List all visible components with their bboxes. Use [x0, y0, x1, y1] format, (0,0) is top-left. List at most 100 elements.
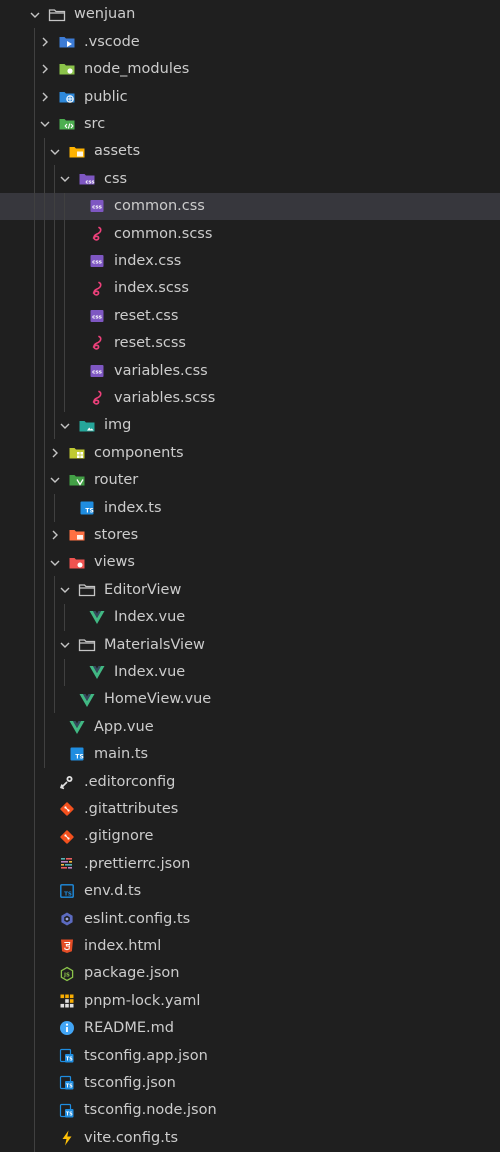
chevron-down-icon[interactable]	[48, 145, 62, 159]
sass-file-icon	[88, 389, 106, 407]
folder-row-editorview[interactable]: EditorView	[0, 576, 500, 603]
folder-row-stores[interactable]: stores	[0, 522, 500, 549]
item-label: HomeView.vue	[104, 691, 212, 708]
file-row-tsconfig-app-json[interactable]: TS tsconfig.app.json	[0, 1042, 500, 1069]
file-row-env-d-ts[interactable]: TS env.d.ts	[0, 878, 500, 905]
item-label: .prettierrc.json	[84, 855, 191, 872]
file-row-reset-css[interactable]: css reset.css	[0, 302, 500, 329]
item-label: common.css	[114, 198, 205, 215]
folder-row-public[interactable]: public	[0, 83, 500, 110]
svg-text:TS: TS	[85, 507, 93, 514]
item-label: .gitattributes	[84, 801, 179, 818]
file-row-tsconfig-json[interactable]: TS tsconfig.json	[0, 1070, 500, 1097]
file-explorer-tree: wenjuan .vscode node_modulespublic src asset…	[0, 0, 500, 1152]
folder-row-vscode[interactable]: .vscode	[0, 28, 500, 55]
folder-icon	[48, 6, 66, 24]
file-row-reset-scss[interactable]: reset.scss	[0, 330, 500, 357]
item-label: EditorView	[104, 581, 182, 598]
file-row-pnpm-lock-yaml[interactable]: pnpm-lock.yaml	[0, 987, 500, 1014]
file-row-index-vue[interactable]: Index.vue	[0, 604, 500, 631]
chevron-right-icon[interactable]	[48, 446, 62, 460]
item-label: README.md	[84, 1020, 174, 1037]
item-label: css	[104, 170, 128, 187]
folder-vscode-icon	[58, 33, 76, 51]
file-row-common-scss[interactable]: common.scss	[0, 220, 500, 247]
file-row-editorconfig[interactable]: .editorconfig	[0, 768, 500, 795]
chevron-down-icon[interactable]	[58, 638, 72, 652]
pnpm-icon	[58, 992, 76, 1010]
folder-row-assets[interactable]: assets	[0, 138, 500, 165]
sass-file-icon	[88, 225, 106, 243]
item-label: stores	[94, 527, 139, 544]
info-icon	[58, 1019, 76, 1037]
file-row-package-json[interactable]: JS package.json	[0, 960, 500, 987]
svg-text:JS: JS	[63, 972, 70, 978]
file-row-app-vue[interactable]: App.vue	[0, 713, 500, 740]
folder-router-icon	[68, 471, 86, 489]
folder-row-components[interactable]: components	[0, 439, 500, 466]
file-row-vite-config-ts[interactable]: vite.config.ts	[0, 1124, 500, 1151]
svg-text:css: css	[92, 205, 103, 211]
svg-text:css: css	[86, 180, 95, 186]
item-label: index.css	[114, 253, 182, 270]
item-label: public	[84, 88, 128, 105]
folder-views-icon	[68, 554, 86, 572]
chevron-down-icon[interactable]	[38, 117, 52, 131]
git-icon	[58, 828, 76, 846]
item-label: .gitignore	[84, 828, 154, 845]
chevron-right-icon[interactable]	[38, 35, 52, 49]
file-row-index-css[interactable]: css index.css	[0, 248, 500, 275]
folder-row-router[interactable]: router	[0, 467, 500, 494]
file-row-common-css[interactable]: css common.css	[0, 192, 500, 221]
svg-text:css: css	[92, 260, 103, 266]
folder-assets-icon	[68, 143, 86, 161]
file-row-index-vue[interactable]: Index.vue	[0, 659, 500, 686]
chevron-down-icon[interactable]	[58, 419, 72, 433]
file-row-variables-scss[interactable]: variables.scss	[0, 385, 500, 412]
folder-node-icon	[58, 60, 76, 78]
file-row-index-scss[interactable]: index.scss	[0, 275, 500, 302]
file-row-readme-md[interactable]: README.md	[0, 1015, 500, 1042]
tsconfig-icon: TS	[58, 1047, 76, 1065]
chevron-right-icon[interactable]	[48, 528, 62, 542]
file-row-main-ts[interactable]: TS main.ts	[0, 741, 500, 768]
indent-guide	[54, 576, 55, 714]
item-label: index.scss	[114, 280, 189, 297]
file-row-tsconfig-node-json[interactable]: TS tsconfig.node.json	[0, 1097, 500, 1124]
folder-row-materialsview[interactable]: MaterialsView	[0, 631, 500, 658]
vue-file-icon	[78, 691, 96, 709]
file-row-index-html[interactable]: index.html	[0, 933, 500, 960]
chevron-down-icon[interactable]	[28, 8, 42, 22]
item-label: components	[94, 444, 184, 461]
file-row-homeview-vue[interactable]: HomeView.vue	[0, 686, 500, 713]
folder-row-node-modules[interactable]: node_modules	[0, 56, 500, 83]
folder-icon	[78, 581, 96, 599]
file-row-index-ts[interactable]: TS index.ts	[0, 494, 500, 521]
chevron-down-icon[interactable]	[58, 172, 72, 186]
folder-row-css[interactable]: css css	[0, 165, 500, 192]
svg-text:TS: TS	[66, 1084, 73, 1090]
file-row-prettierrc-json[interactable]: .prettierrc.json	[0, 850, 500, 877]
folder-row-img[interactable]: img	[0, 412, 500, 439]
chevron-right-icon[interactable]	[38, 62, 52, 76]
item-label: App.vue	[94, 718, 154, 735]
folder-src-icon	[58, 115, 76, 133]
item-label: variables.scss	[114, 390, 216, 407]
item-label: .vscode	[84, 33, 140, 50]
folder-row-wenjuan[interactable]: wenjuan	[0, 1, 500, 28]
svg-text:TS: TS	[75, 754, 83, 761]
chevron-down-icon[interactable]	[48, 473, 62, 487]
file-row-eslint-config-ts[interactable]: eslint.config.ts	[0, 905, 500, 932]
file-row-variables-css[interactable]: css variables.css	[0, 357, 500, 384]
chevron-right-icon[interactable]	[38, 90, 52, 104]
folder-public-icon	[58, 88, 76, 106]
chevron-down-icon[interactable]	[48, 556, 62, 570]
folder-row-views[interactable]: views	[0, 549, 500, 576]
file-row-gitignore[interactable]: .gitignore	[0, 823, 500, 850]
html-file-icon	[58, 937, 76, 955]
folder-row-src[interactable]: src	[0, 111, 500, 138]
chevron-down-icon[interactable]	[58, 583, 72, 597]
file-row-gitattributes[interactable]: .gitattributes	[0, 796, 500, 823]
vue-file-icon	[88, 608, 106, 626]
indent-guide	[44, 138, 45, 769]
